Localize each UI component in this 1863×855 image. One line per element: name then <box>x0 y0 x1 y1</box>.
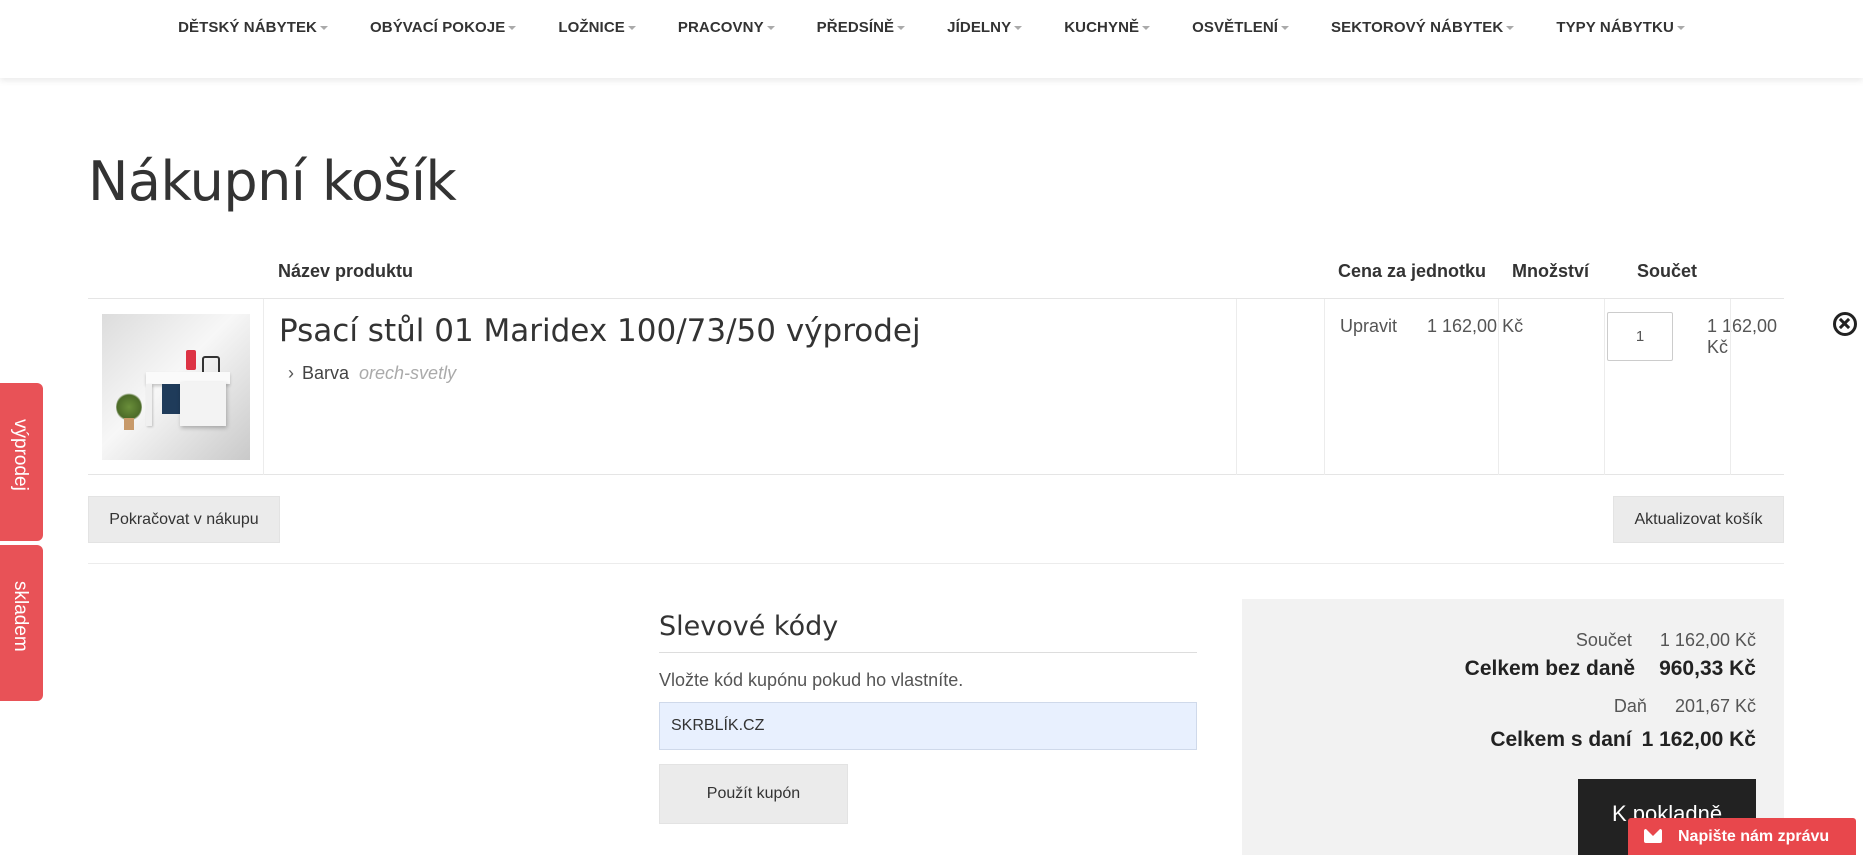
nav-item-label: PŘEDSÍNĚ <box>816 19 895 36</box>
row-total: 1 162,00 Kč <box>1707 316 1778 357</box>
summary-net-total: Celkem bez daně 960,33 Kč <box>1465 657 1756 681</box>
discount-title: Slevové kódy <box>659 611 839 642</box>
summary-label: Celkem s daní <box>1490 728 1632 751</box>
image-detail <box>186 350 196 370</box>
column-divider <box>263 299 264 475</box>
update-cart-button[interactable]: Aktualizovat košík <box>1613 496 1784 543</box>
nav-item-obyvaci-pokoje[interactable]: OBÝVACÍ POKOJE <box>349 19 537 36</box>
nav-item-typy-nabytku[interactable]: TYPY NÁBYTKU <box>1535 19 1706 36</box>
summary-value: 1 162,00 Kč <box>1641 728 1756 751</box>
header-unit-price: Cena za jednotku <box>1338 261 1487 281</box>
envelope-icon <box>1644 829 1662 843</box>
caret-down-icon <box>1281 26 1290 31</box>
image-detail <box>180 382 226 426</box>
nav-item-jidelny[interactable]: JÍDELNY <box>926 19 1043 36</box>
nav-item-pracovny[interactable]: PRACOVNY <box>657 19 796 36</box>
column-divider <box>1236 299 1237 475</box>
divider <box>88 563 1784 564</box>
side-tab-label: skladem <box>10 581 31 652</box>
summary-grand-total: Celkem s daní 1 162,00 Kč <box>1490 728 1756 752</box>
nav-item-label: DĚTSKÝ NÁBYTEK <box>178 19 317 36</box>
remove-item-icon[interactable] <box>1833 312 1857 336</box>
summary-tax: Daň 201,67 Kč <box>1614 696 1756 717</box>
caret-down-icon <box>1676 26 1685 31</box>
chevron-right-icon: › <box>288 363 294 383</box>
column-divider <box>1498 299 1499 475</box>
nav-item-osvetleni[interactable]: OSVĚTLENÍ <box>1171 19 1310 36</box>
summary-label: Celkem bez daně <box>1464 657 1636 680</box>
nav-item-detsky-nabytek[interactable]: DĚTSKÝ NÁBYTEK <box>157 19 349 36</box>
nav-item-label: OSVĚTLENÍ <box>1192 19 1279 36</box>
main-menu: DĚTSKÝ NÁBYTEK OBÝVACÍ POKOJE LOŽNICE PR… <box>157 19 1706 36</box>
column-divider <box>1604 299 1605 475</box>
summary-value: 201,67 Kč <box>1674 696 1756 716</box>
divider <box>659 652 1197 653</box>
option-value: orech-svetly <box>359 363 457 383</box>
nav-item-kuchyne[interactable]: KUCHYNĚ <box>1043 19 1171 36</box>
summary-label: Součet <box>1575 630 1632 650</box>
image-detail <box>162 384 180 414</box>
top-navigation: DĚTSKÝ NÁBYTEK OBÝVACÍ POKOJE LOŽNICE PR… <box>0 0 1863 78</box>
caret-down-icon <box>1506 26 1515 31</box>
image-detail <box>146 384 152 426</box>
nav-item-predsine[interactable]: PŘEDSÍNĚ <box>796 19 927 36</box>
header-product: Název produktu <box>278 261 414 281</box>
nav-item-label: OBÝVACÍ POKOJE <box>370 19 506 36</box>
edit-link[interactable]: Upravit <box>1340 316 1397 337</box>
product-name[interactable]: Psací stůl 01 Maridex 100/73/50 výprodej <box>279 313 921 349</box>
page-title: Nákupní košík <box>88 150 457 213</box>
table-row: Psací stůl 01 Maridex 100/73/50 výprodej… <box>88 299 1857 475</box>
apply-coupon-button[interactable]: Použít kupón <box>659 764 848 824</box>
nav-item-label: KUCHYNĚ <box>1064 19 1140 36</box>
nav-item-label: SEKTOROVÝ NÁBYTEK <box>1331 19 1504 36</box>
nav-item-sektorovy-nabytek[interactable]: SEKTOROVÝ NÁBYTEK <box>1310 19 1535 36</box>
summary-label: Daň <box>1613 696 1647 716</box>
quantity-input[interactable]: 1 <box>1607 312 1673 361</box>
coupon-input[interactable]: SKRBLÍK.CZ <box>659 702 1197 750</box>
column-divider <box>1324 299 1325 475</box>
side-tab-stock[interactable]: skladem <box>0 545 43 701</box>
product-option: › Barva orech-svetly <box>288 363 456 384</box>
side-tab-label: výprodej <box>10 419 31 491</box>
summary-value: 960,33 Kč <box>1659 657 1756 680</box>
caret-down-icon <box>320 26 328 31</box>
cart-summary: Součet 1 162,00 Kč Celkem bez daně 960,33 … <box>1242 599 1784 855</box>
option-label: Barva <box>302 363 350 383</box>
header-quantity: Množství <box>1512 261 1590 281</box>
nav-item-loznice[interactable]: LOŽNICE <box>537 19 657 36</box>
image-detail <box>124 418 134 430</box>
summary-value: 1 162,00 Kč <box>1659 630 1756 650</box>
cart-table-header: Název produktu Cena za jednotku Množství… <box>88 255 1784 299</box>
nav-item-label: LOŽNICE <box>558 19 625 36</box>
caret-down-icon <box>1142 26 1151 31</box>
continue-shopping-button[interactable]: Pokračovat v nákupu <box>88 496 280 543</box>
product-image[interactable] <box>102 314 250 460</box>
header-total: Součet <box>1637 261 1698 281</box>
caret-down-icon <box>1014 26 1023 31</box>
chat-label: Napište nám zprávu <box>1678 828 1830 845</box>
summary-subtotal: Součet 1 162,00 Kč <box>1576 630 1756 651</box>
discount-description: Vložte kód kupónu pokud ho vlastníte. <box>659 670 964 690</box>
column-divider <box>1730 299 1731 475</box>
nav-item-label: JÍDELNY <box>947 19 1012 36</box>
caret-down-icon <box>508 26 517 31</box>
caret-down-icon <box>897 26 906 31</box>
chat-button[interactable]: Napište nám zprávu <box>1628 818 1856 855</box>
caret-down-icon <box>627 26 636 31</box>
caret-down-icon <box>766 26 775 31</box>
side-tab-sale[interactable]: výprodej <box>0 383 43 541</box>
nav-item-label: PRACOVNY <box>677 19 764 36</box>
unit-price: 1 162,00 Kč <box>1427 316 1524 336</box>
nav-item-label: TYPY NÁBYTKU <box>1556 19 1674 36</box>
